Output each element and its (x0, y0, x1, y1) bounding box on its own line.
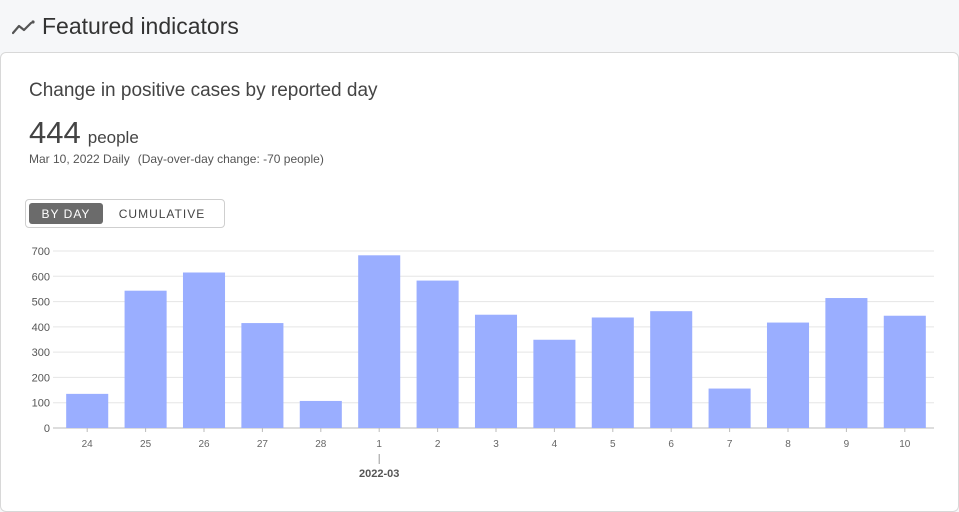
y-tick-label: 100 (32, 398, 50, 410)
x-tick-label: 5 (610, 439, 616, 450)
x-tick-label: 4 (552, 439, 558, 450)
x-tick-label: 1 (376, 439, 382, 450)
y-tick-label: 700 (32, 246, 50, 258)
x-tick-label: 7 (727, 439, 733, 450)
featured-indicators-header: Featured indicators (0, 0, 959, 52)
current-value: 444 (29, 115, 81, 150)
y-tick-label: 500 (32, 297, 50, 309)
bar (533, 339, 576, 428)
x-tick-label: 26 (198, 439, 210, 450)
bar (766, 322, 810, 428)
bar (66, 393, 109, 428)
x-tick-label: 24 (82, 439, 94, 450)
bar (416, 280, 459, 428)
month-label: 2022-03 (359, 468, 399, 480)
bar-chart: 010020030040050060070024 25 26 27 28 12022-03… (32, 246, 934, 480)
bar (124, 290, 167, 428)
x-tick-label: 9 (844, 439, 850, 450)
card-title: Change in positive cases by reported day (29, 80, 378, 101)
view-toggle: BY DAY CUMULATIVE (25, 199, 225, 228)
x-tick-label: 2 (435, 439, 441, 450)
bar (182, 272, 226, 428)
x-tick-label: 6 (668, 439, 674, 450)
x-tick-label: 27 (257, 439, 269, 450)
report-date: Mar 10, 2022 Daily (29, 152, 130, 166)
date-line: Mar 10, 2022 Daily (Day-over-day change: … (29, 152, 324, 166)
bar (591, 317, 634, 428)
by-day-button[interactable]: BY DAY (29, 203, 103, 224)
bar (708, 388, 751, 428)
y-tick-label: 300 (32, 347, 50, 359)
x-tick-label: 8 (785, 439, 791, 450)
x-tick-label: 3 (493, 439, 499, 450)
day-over-day-change: (Day-over-day change: -70 people) (137, 152, 324, 166)
bar (299, 400, 342, 428)
y-tick-label: 0 (44, 423, 50, 435)
bar (241, 323, 284, 428)
bar (883, 315, 926, 428)
section-title: Featured indicators (42, 12, 239, 39)
x-tick-label: 28 (315, 439, 327, 450)
value-unit: people (87, 128, 139, 147)
bar (474, 314, 518, 428)
bar (825, 298, 868, 428)
indicator-card: Change in positive cases by reported day… (0, 52, 959, 512)
cumulative-button[interactable]: CUMULATIVE (103, 203, 221, 224)
y-tick-label: 200 (32, 372, 50, 384)
x-tick-label: 10 (899, 439, 911, 450)
bar (358, 255, 401, 428)
trend-line-icon (12, 20, 35, 35)
y-tick-label: 400 (32, 322, 50, 334)
y-tick-label: 600 (32, 271, 50, 283)
bar (650, 311, 693, 428)
x-tick-label: 25 (140, 439, 152, 450)
value-row: 444 people (29, 115, 139, 151)
